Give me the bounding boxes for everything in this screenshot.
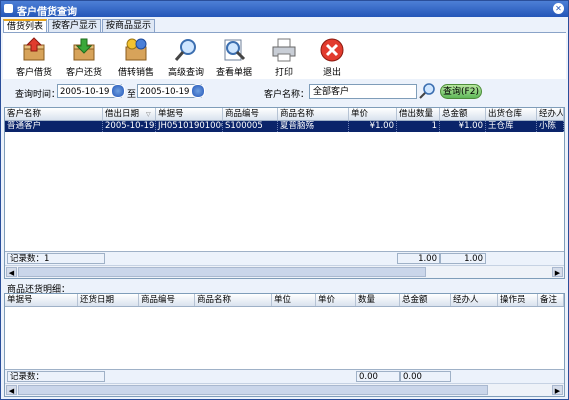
return-detail-table: 单据号 还货日期 商品编号 商品名称 单位 单价 数量 总金额 经办人 操作员 … bbox=[4, 293, 565, 397]
horizontal-scrollbar[interactable]: ◀ ▶ bbox=[5, 265, 564, 278]
loan-table: 客户名称 借出日期 ▽ 单据号 商品编号 商品名称 单价 借出数量 总金额 出货… bbox=[4, 107, 565, 279]
advanced-query-button[interactable]: 高级查询 bbox=[161, 37, 211, 78]
calendar-icon[interactable] bbox=[191, 84, 205, 98]
printer-icon bbox=[272, 38, 296, 62]
customer-name-field[interactable]: 全部客户 bbox=[309, 84, 417, 99]
detail-horizontal-scrollbar[interactable]: ◀ ▶ bbox=[5, 383, 564, 396]
toolbar: 客户借货 客户还货 借转销售 高级查询 查看单据 打印 退出 bbox=[3, 32, 566, 79]
scroll-thumb[interactable] bbox=[18, 385, 488, 395]
column-header[interactable]: 商品名称 bbox=[195, 294, 272, 306]
cell-warehouse: 王仓库 bbox=[486, 121, 537, 132]
scroll-left-icon[interactable]: ◀ bbox=[6, 385, 17, 395]
column-header[interactable]: 商品编号 bbox=[223, 108, 278, 120]
query-button[interactable]: 查询(F2) bbox=[440, 84, 482, 99]
window-title: 客户借货查询 bbox=[17, 7, 77, 18]
column-header[interactable]: 单据号 bbox=[5, 294, 78, 306]
customer-return-label: 客户还货 bbox=[65, 68, 102, 78]
search-icon[interactable] bbox=[419, 82, 436, 99]
print-label: 打印 bbox=[274, 68, 293, 78]
column-header[interactable]: 商品名称 bbox=[278, 108, 349, 120]
table-footer: 记录数：1 1.00 1.00 bbox=[5, 251, 564, 265]
cell-doc-no: JH051019010001 bbox=[156, 121, 223, 132]
exit-icon bbox=[320, 38, 344, 62]
column-header[interactable]: 总金额 bbox=[440, 108, 486, 120]
column-header[interactable]: 出货仓库 bbox=[486, 108, 537, 120]
customer-name-label: 客户名称： bbox=[264, 90, 310, 100]
detail-total-amount: 0.00 bbox=[400, 371, 451, 382]
app-icon bbox=[4, 4, 13, 13]
record-count-label: 记录数： bbox=[10, 254, 45, 264]
detail-table-header: 单据号 还货日期 商品编号 商品名称 单位 单价 数量 总金额 经办人 操作员 … bbox=[5, 294, 564, 307]
table-row[interactable]: 普通客户 2005-10-19 JH051019010001 S100005 夏… bbox=[5, 121, 564, 132]
cell-handler: 小陈 bbox=[537, 121, 564, 132]
exit-button[interactable]: 退出 bbox=[307, 37, 357, 78]
table-header: 客户名称 借出日期 ▽ 单据号 商品编号 商品名称 单价 借出数量 总金额 出货… bbox=[5, 108, 564, 121]
filter-bar: 查询时间： 2005-10-19 至 2005-10-19 客户名称： 全部客户… bbox=[3, 81, 566, 103]
view-doc-button[interactable]: 查看单据 bbox=[209, 37, 259, 78]
column-header[interactable]: 商品编号 bbox=[139, 294, 195, 306]
tab-loan-list[interactable]: 借货列表 bbox=[3, 19, 48, 32]
scroll-left-icon[interactable]: ◀ bbox=[6, 267, 17, 277]
cell-quantity: 1 bbox=[397, 121, 440, 132]
column-header[interactable]: 数量 bbox=[356, 294, 400, 306]
detail-total-quantity: 0.00 bbox=[356, 371, 400, 382]
view-document-icon bbox=[224, 39, 246, 61]
title-bar: 客户借货查询 ✕ bbox=[1, 1, 568, 18]
return-icon bbox=[73, 38, 95, 61]
column-header[interactable]: 备注 bbox=[538, 294, 564, 306]
detail-footer: 记录数： 0.00 0.00 bbox=[5, 369, 564, 383]
record-count-value: 1 bbox=[44, 254, 50, 264]
close-icon[interactable]: ✕ bbox=[553, 3, 564, 14]
column-header[interactable]: 借出数量 bbox=[397, 108, 440, 120]
scroll-right-icon[interactable]: ▶ bbox=[552, 267, 563, 277]
detail-record-count: 记录数： bbox=[7, 371, 105, 382]
column-header[interactable]: 单据号 bbox=[156, 108, 223, 120]
column-header[interactable]: 单位 bbox=[272, 294, 316, 306]
customer-loan-label: 客户借货 bbox=[15, 68, 52, 78]
cell-product-code: S100005 bbox=[223, 121, 278, 132]
print-button[interactable]: 打印 bbox=[259, 37, 309, 78]
advanced-query-label: 高级查询 bbox=[167, 68, 204, 78]
column-header[interactable]: 单价 bbox=[349, 108, 397, 120]
loan-out-icon bbox=[23, 37, 45, 61]
loan-to-sale-label: 借转销售 bbox=[117, 68, 154, 78]
column-header[interactable]: 总金额 bbox=[400, 294, 451, 306]
column-header[interactable]: 操作员 bbox=[498, 294, 538, 306]
convert-icon bbox=[125, 38, 147, 61]
scroll-right-icon[interactable]: ▶ bbox=[552, 385, 563, 395]
loan-to-sale-button[interactable]: 借转销售 bbox=[111, 37, 161, 78]
column-header[interactable]: 经办人 bbox=[451, 294, 498, 306]
customer-loan-button[interactable]: 客户借货 bbox=[9, 37, 59, 78]
view-doc-label: 查看单据 bbox=[215, 68, 252, 78]
cell-amount: ¥1.00 bbox=[440, 121, 486, 132]
cell-product-name: 夏普脑殇 bbox=[278, 121, 349, 132]
customer-return-button[interactable]: 客户还货 bbox=[59, 37, 109, 78]
record-count: 记录数：1 bbox=[7, 253, 105, 264]
tab-by-product[interactable]: 按商品显示 bbox=[102, 19, 156, 32]
cell-date: 2005-10-19 bbox=[105, 121, 156, 132]
column-header[interactable]: 单价 bbox=[316, 294, 356, 306]
column-header[interactable]: 还货日期 bbox=[78, 294, 139, 306]
calendar-icon[interactable] bbox=[111, 84, 125, 98]
magnifier-icon bbox=[174, 39, 196, 61]
query-time-label: 查询时间： bbox=[15, 90, 61, 100]
main-window: 客户借货查询 ✕ 借货列表 按客户显示 按商品显示 客户借货 客户还货 借转销售… bbox=[0, 0, 569, 400]
total-amount: 1.00 bbox=[440, 253, 486, 264]
tab-by-customer[interactable]: 按客户显示 bbox=[48, 19, 102, 32]
cell-customer: 普通客户 bbox=[5, 121, 103, 132]
column-header[interactable]: 客户名称 bbox=[5, 108, 103, 120]
column-header[interactable]: 经办人 bbox=[537, 108, 564, 120]
to-label: 至 bbox=[127, 90, 137, 100]
total-quantity: 1.00 bbox=[397, 253, 440, 264]
sort-desc-icon: ▽ bbox=[146, 111, 151, 118]
exit-label: 退出 bbox=[322, 68, 341, 78]
scroll-thumb[interactable] bbox=[18, 267, 426, 277]
tab-bar: 借货列表 按客户显示 按商品显示 bbox=[3, 19, 156, 32]
cell-price: ¥1.00 bbox=[349, 121, 397, 132]
